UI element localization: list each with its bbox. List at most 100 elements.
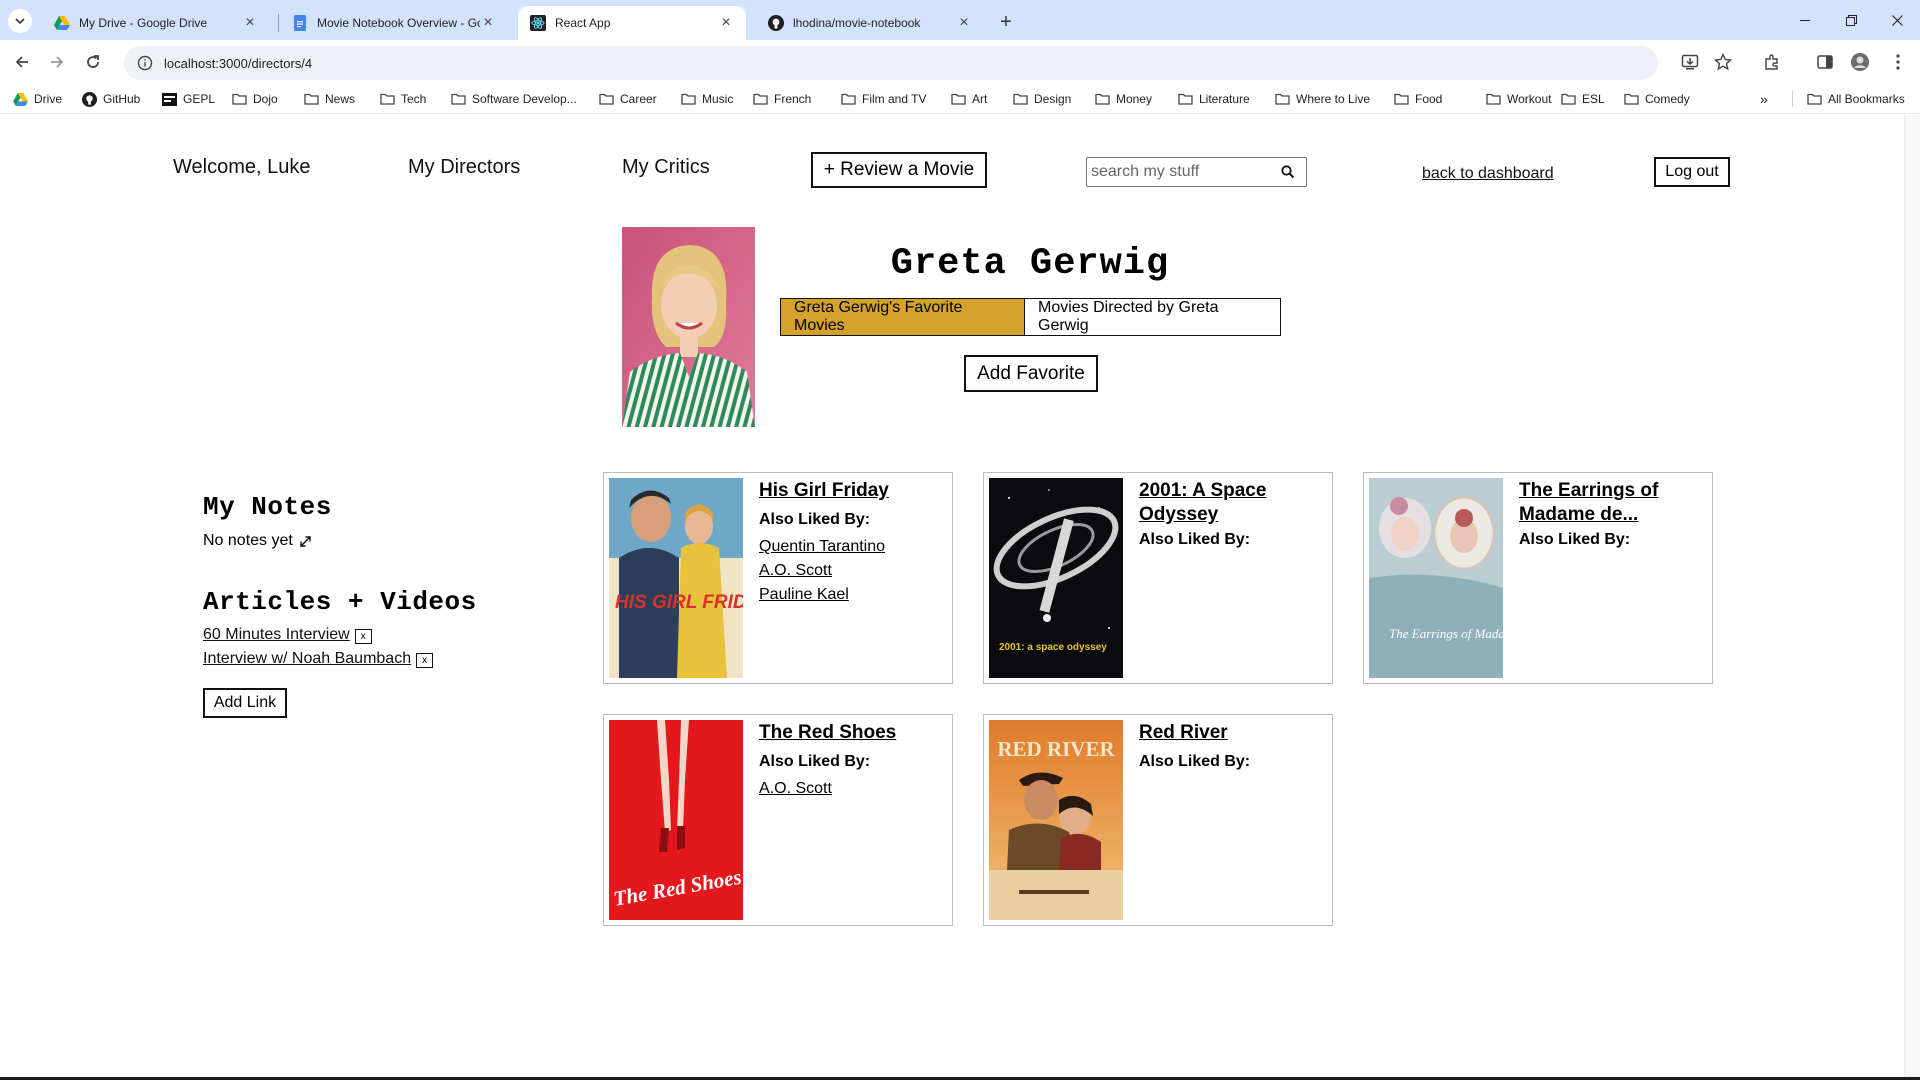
new-tab-button[interactable]: + — [993, 9, 1019, 35]
google-drive-icon — [54, 15, 70, 31]
movie-card: RED RIVER Red River Also Liked By: — [983, 714, 1333, 926]
remove-article-button[interactable]: x — [416, 653, 434, 668]
bookmark-label: Dojo — [253, 92, 278, 106]
nav-my-critics[interactable]: My Critics — [622, 156, 710, 179]
bookmark-music[interactable]: Music — [680, 90, 733, 108]
article-link[interactable]: 60 Minutes Interview — [203, 626, 350, 644]
back-to-dashboard-link[interactable]: back to dashboard — [1422, 165, 1554, 183]
bookmark-tech[interactable]: Tech — [379, 90, 426, 108]
close-icon[interactable]: × — [242, 14, 258, 31]
movie-poster[interactable]: HIS GIRL FRIDAY — [609, 478, 743, 678]
github-icon — [81, 91, 97, 107]
bookmark-career[interactable]: Career — [598, 90, 657, 108]
article-item: Interview w/ Noah Baumbach x — [203, 649, 434, 668]
tab-favorite-movies[interactable]: Greta Gerwig's Favorite Movies — [781, 299, 1025, 335]
critic-link[interactable]: Pauline Kael — [759, 583, 885, 607]
search-input[interactable] — [1087, 159, 1270, 185]
tab-google-drive[interactable]: My Drive - Google Drive × — [42, 6, 270, 40]
bookmark-news[interactable]: News — [303, 90, 355, 108]
install-app-icon[interactable] — [1678, 50, 1702, 74]
close-window-button[interactable] — [1874, 0, 1920, 40]
tab-react-app[interactable]: React App × — [518, 6, 746, 40]
side-panel-icon[interactable] — [1813, 50, 1837, 74]
minimize-button[interactable] — [1782, 0, 1828, 40]
review-movie-button[interactable]: + Review a Movie — [811, 152, 987, 188]
remove-article-button[interactable]: x — [354, 629, 372, 644]
tab-github[interactable]: lhodina/movie-notebook × — [756, 6, 984, 40]
bookmark-film-and-tv[interactable]: Film and TV — [840, 90, 926, 108]
movie-title-link[interactable]: 2001: A Space Odyssey — [1139, 479, 1319, 527]
movie-title-link[interactable]: Red River — [1139, 721, 1319, 745]
close-icon[interactable]: × — [956, 14, 972, 31]
folder-icon — [450, 91, 466, 107]
movie-poster[interactable]: The Red Shoes — [609, 720, 743, 920]
folder-icon — [1012, 91, 1028, 107]
movie-title-link[interactable]: His Girl Friday — [759, 479, 939, 503]
add-favorite-button[interactable]: Add Favorite — [964, 355, 1098, 392]
folder-icon — [1094, 91, 1110, 107]
reload-icon — [87, 55, 99, 68]
bookmark-workout[interactable]: Workout — [1485, 90, 1551, 108]
close-icon[interactable]: × — [718, 14, 734, 31]
restore-button[interactable] — [1828, 0, 1874, 40]
bookmark-dojo[interactable]: Dojo — [231, 90, 278, 108]
reload-button[interactable] — [79, 48, 107, 76]
arrow-right-icon — [51, 56, 64, 68]
minimize-icon — [1800, 20, 1810, 21]
bookmark-food[interactable]: Food — [1393, 90, 1442, 108]
also-liked-label: Also Liked By: — [759, 511, 871, 528]
movie-poster[interactable]: The Earrings of Madame de — [1369, 478, 1503, 678]
tab-search-button[interactable] — [8, 9, 32, 33]
bookmark-art[interactable]: Art — [950, 90, 987, 108]
bookmark-where-to-live[interactable]: Where to Live — [1274, 90, 1370, 108]
bookmark-comedy[interactable]: Comedy — [1623, 90, 1690, 108]
critic-link[interactable]: A.O. Scott — [759, 777, 832, 801]
bookmark-design[interactable]: Design — [1012, 90, 1071, 108]
bookmark-github[interactable]: GitHub — [81, 90, 140, 108]
bookmark-star-icon[interactable] — [1711, 50, 1735, 74]
movie-title-link[interactable]: The Red Shoes — [759, 721, 939, 745]
folder-icon — [950, 91, 966, 107]
nav-my-directors[interactable]: My Directors — [408, 156, 520, 179]
movie-title-link[interactable]: The Earrings of Madame de... — [1519, 479, 1699, 527]
critic-link[interactable]: Quentin Tarantino — [759, 535, 885, 559]
bookmark-gepl[interactable]: GEPL — [161, 90, 215, 108]
page-scrollbar[interactable] — [1904, 115, 1920, 1077]
menu-kebab-icon[interactable] — [1886, 50, 1910, 74]
bookmark-label: Tech — [401, 92, 427, 106]
bookmark-french[interactable]: French — [752, 90, 811, 108]
extensions-icon[interactable] — [1760, 50, 1784, 74]
bookmarks-overflow-button[interactable]: » — [1760, 90, 1768, 108]
bookmark-literature[interactable]: Literature — [1177, 90, 1250, 108]
bookmark-label: Drive — [34, 92, 63, 106]
bookmark-label: ESL — [1582, 92, 1605, 106]
add-link-button[interactable]: Add Link — [203, 688, 287, 718]
article-link[interactable]: Interview w/ Noah Baumbach — [203, 650, 411, 668]
site-info-icon[interactable] — [128, 46, 162, 80]
logout-button[interactable]: Log out — [1654, 157, 1730, 187]
search-button[interactable] — [1270, 158, 1306, 186]
bookmark-money[interactable]: Money — [1094, 90, 1152, 108]
movie-poster[interactable]: RED RIVER — [989, 720, 1123, 920]
address-bar[interactable]: localhost:3000/directors/4 — [124, 46, 1658, 80]
bookmark-software-development[interactable]: Software Develop... — [450, 90, 577, 108]
tab-google-docs[interactable]: Movie Notebook Overview - Go × — [280, 6, 508, 40]
profile-avatar-icon[interactable] — [1848, 50, 1872, 74]
back-button[interactable] — [8, 48, 36, 76]
tab-directed-movies[interactable]: Movies Directed by Greta Gerwig — [1025, 299, 1280, 335]
close-icon[interactable]: × — [480, 14, 496, 31]
poster-title-text: RED RIVER — [997, 737, 1115, 761]
app-page: Welcome, Luke My Directors My Critics + … — [0, 115, 1904, 1077]
movie-poster[interactable]: 2001: a space odyssey — [989, 478, 1123, 678]
bookmark-esl[interactable]: ESL — [1560, 90, 1605, 108]
folder-icon — [231, 91, 247, 107]
critic-link[interactable]: A.O. Scott — [759, 559, 885, 583]
bookmark-label: Workout — [1507, 92, 1552, 106]
bookmark-drive[interactable]: Drive — [12, 90, 62, 108]
also-liked-label: Also Liked By: — [759, 753, 871, 770]
arrow-left-icon — [15, 56, 28, 68]
tab-title: lhodina/movie-notebook — [793, 16, 921, 30]
all-bookmarks[interactable]: All Bookmarks — [1806, 90, 1905, 108]
forward-button[interactable] — [43, 48, 71, 76]
expand-icon[interactable] — [299, 534, 313, 548]
